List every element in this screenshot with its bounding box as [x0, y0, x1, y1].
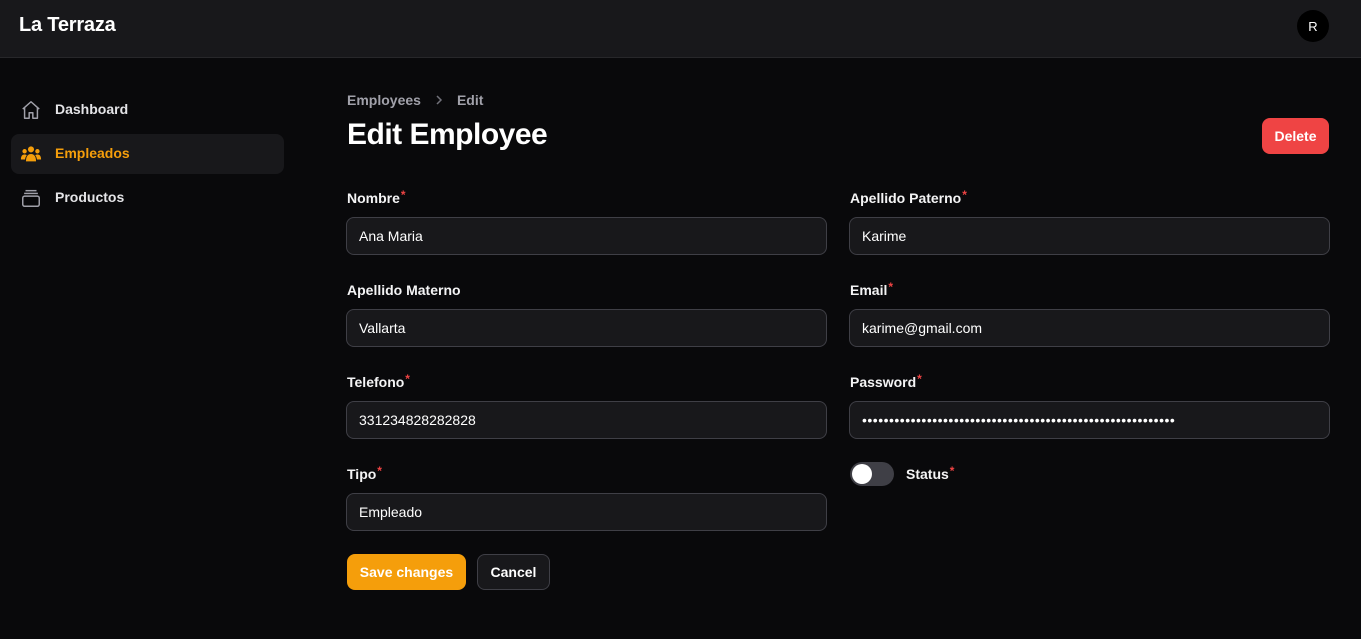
save-changes-button[interactable]: Save changes	[347, 554, 466, 590]
status-toggle[interactable]	[850, 462, 894, 486]
breadcrumb-link-employees[interactable]: Employees	[347, 92, 421, 108]
email-label: Email*	[850, 280, 894, 298]
top-bar: La Terraza R	[0, 0, 1361, 58]
sidebar-item-empleados[interactable]: Empleados	[11, 134, 284, 174]
toggle-knob	[852, 464, 872, 484]
user-avatar[interactable]: R	[1297, 10, 1329, 42]
status-label: Status*	[906, 464, 955, 482]
breadcrumb: Employees Edit	[347, 92, 483, 108]
email-input[interactable]: karime@gmail.com	[849, 309, 1330, 347]
sidebar-item-label: Empleados	[55, 145, 130, 161]
password-label: Password*	[850, 372, 922, 390]
apellido-paterno-input[interactable]: Karime	[849, 217, 1330, 255]
sidebar-item-label: Productos	[55, 189, 125, 205]
sidebar-item-dashboard[interactable]: Dashboard	[11, 90, 284, 130]
archive-icon	[22, 189, 40, 207]
breadcrumb-current: Edit	[456, 92, 484, 108]
app-title[interactable]: La Terraza	[19, 14, 116, 37]
nombre-input[interactable]: Ana Maria	[346, 217, 827, 255]
tipo-select[interactable]: Empleado	[346, 493, 827, 531]
apellido-materno-input[interactable]: Vallarta	[346, 309, 827, 347]
nombre-label: Nombre*	[347, 188, 406, 206]
sidebar: Dashboard Empleados Productos	[11, 90, 284, 222]
cancel-button[interactable]: Cancel	[477, 554, 550, 590]
tipo-label: Tipo*	[347, 464, 382, 482]
chevron-right-icon	[436, 95, 442, 105]
telefono-input[interactable]: 331234828282828	[346, 401, 827, 439]
sidebar-item-label: Dashboard	[55, 101, 129, 117]
delete-button[interactable]: Delete	[1262, 118, 1329, 154]
apellido-paterno-label: Apellido Paterno*	[850, 188, 967, 206]
users-icon	[20, 146, 42, 162]
telefono-label: Telefono*	[347, 372, 410, 390]
page-title: Edit Employee	[347, 118, 548, 151]
password-input[interactable]: ••••••••••••••••••••••••••••••••••••••••…	[849, 401, 1330, 439]
apellido-materno-label: Apellido Materno	[347, 282, 461, 298]
home-icon	[22, 101, 40, 119]
sidebar-item-productos[interactable]: Productos	[11, 178, 284, 218]
